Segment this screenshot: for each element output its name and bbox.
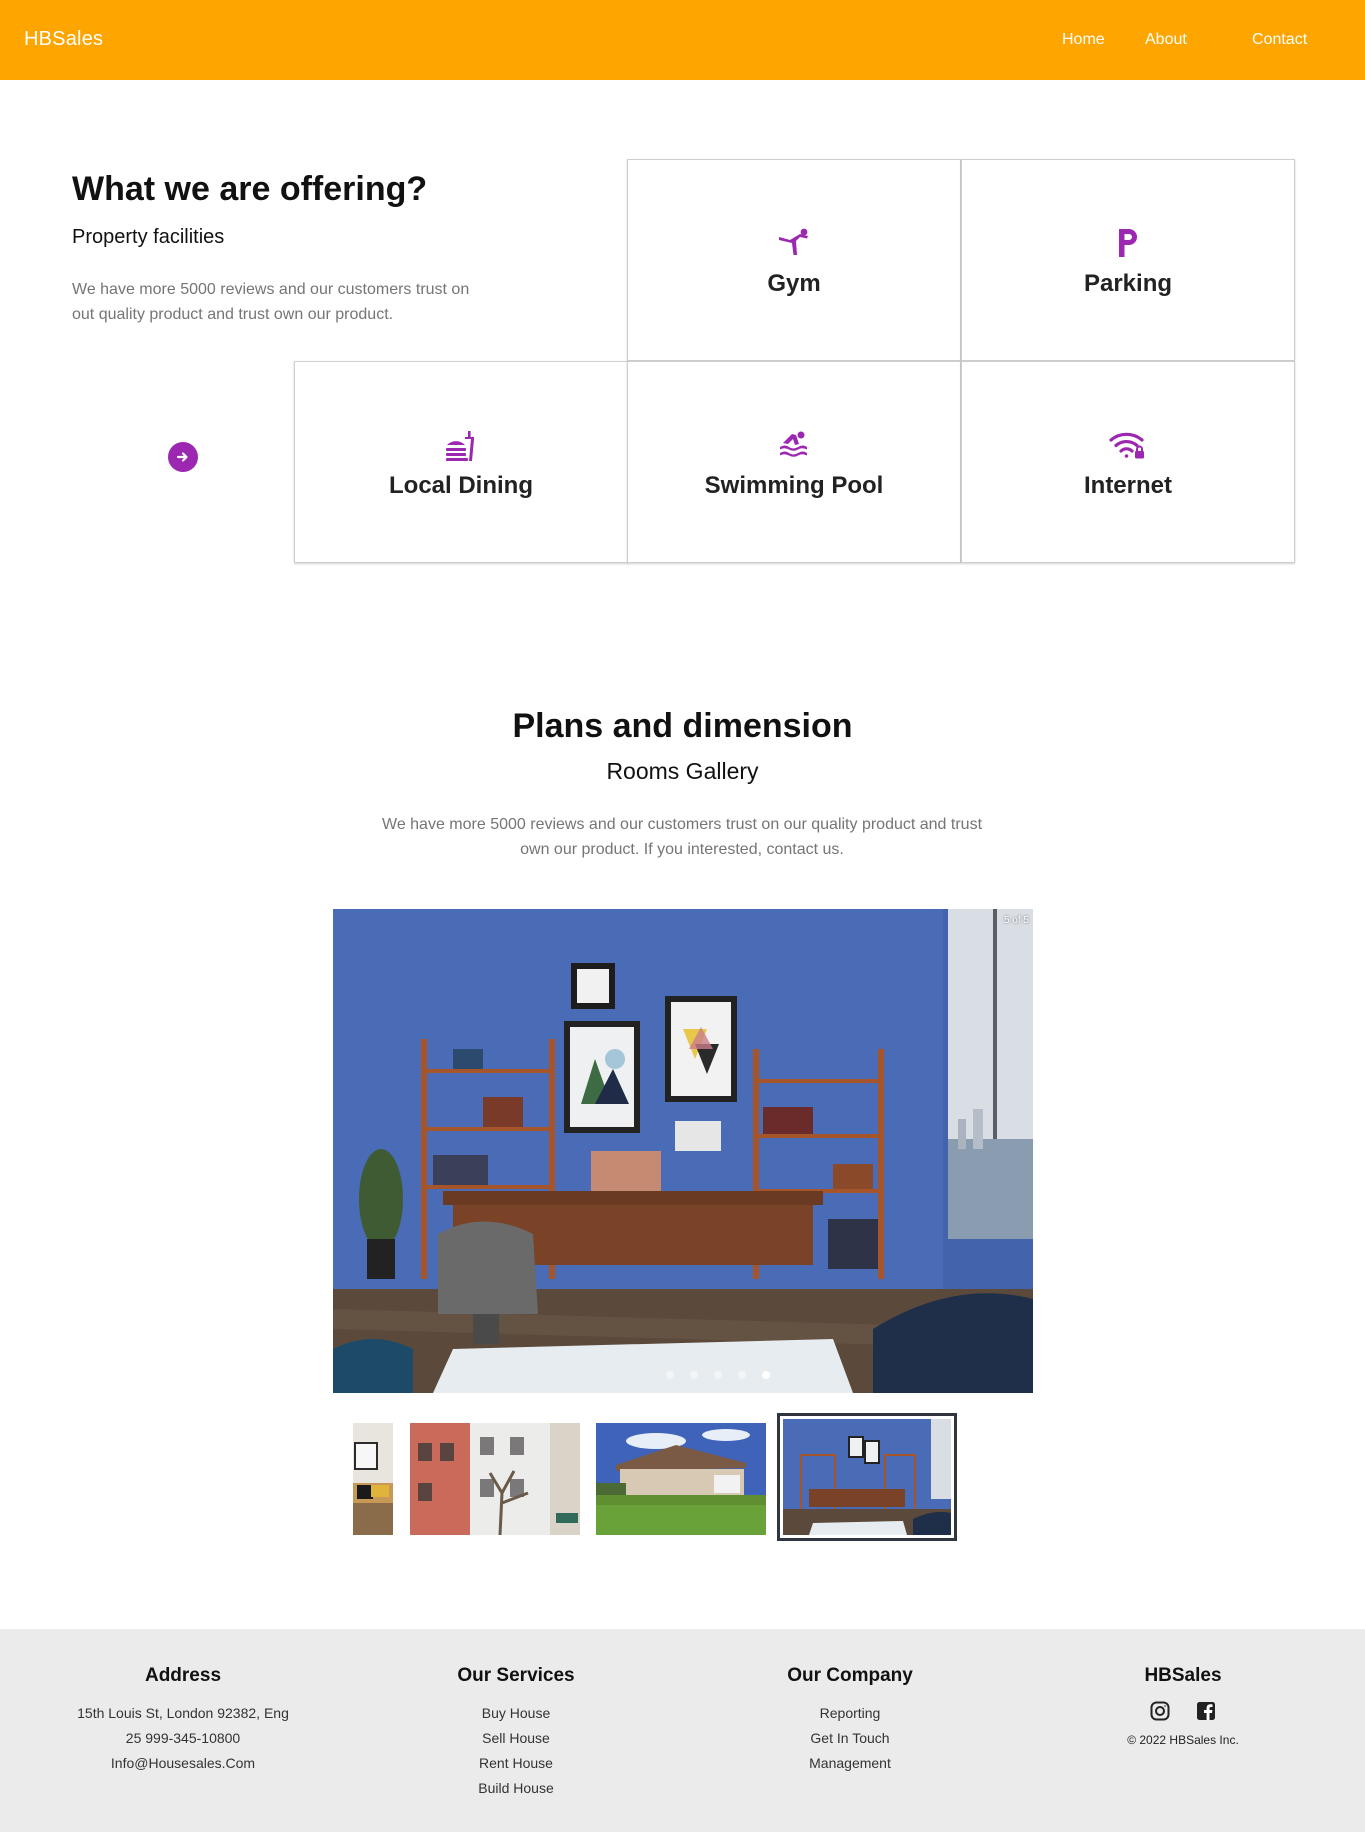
wifi-lock-icon: [962, 430, 1294, 460]
instagram-icon[interactable]: [1150, 1701, 1170, 1721]
footer-company-column: Our Company Reporting Get In Touch Manag…: [700, 1665, 1000, 1776]
footer-services-column: Our Services Buy House Sell House Rent H…: [366, 1665, 666, 1801]
slide-dot-1[interactable]: [666, 1371, 674, 1379]
gallery-thumbnail-4-selected[interactable]: [777, 1413, 957, 1541]
gym-icon: [628, 228, 960, 258]
nav-home-link[interactable]: Home: [1062, 0, 1105, 80]
facility-card-swimming-pool[interactable]: Swimming Pool: [627, 361, 961, 563]
gallery-thumbnail-1[interactable]: [353, 1423, 393, 1535]
pool-icon: [628, 430, 960, 460]
interior-thumbnail: [353, 1423, 393, 1535]
plans-title: Plans and dimension: [512, 707, 853, 745]
footer-address-column: Address 15th Louis St, London 92382, Eng…: [33, 1665, 333, 1776]
facility-label: Internet: [1083, 472, 1172, 499]
slide-dots: [333, 1371, 1033, 1379]
offering-title: What we are offering?: [72, 170, 428, 208]
gallery-thumbnail-3[interactable]: [596, 1423, 766, 1535]
facility-card-parking[interactable]: Parking: [961, 159, 1295, 361]
footer-company-title: Our Company: [787, 1665, 913, 1686]
parking-icon: [962, 228, 1294, 258]
facility-label: Gym: [767, 270, 821, 297]
facility-card-internet[interactable]: Internet: [961, 361, 1295, 563]
house-thumbnail: [596, 1423, 766, 1535]
nav-about-link[interactable]: About: [1145, 0, 1187, 80]
company-link[interactable]: Reporting: [700, 1701, 1000, 1726]
social-links: [1033, 1701, 1333, 1721]
top-navbar: HBSales Home About Contact: [0, 0, 1365, 80]
offering-description: We have more 5000 reviews and our custom…: [72, 281, 470, 323]
footer-address-title: Address: [144, 1665, 222, 1686]
footer-brand-column: HBSales © 2022 HBSales Inc.: [1033, 1665, 1333, 1747]
building-thumbnail: [410, 1423, 580, 1535]
plans-subtitle: Rooms Gallery: [606, 758, 759, 784]
service-link[interactable]: Rent House: [366, 1751, 666, 1776]
dining-icon: [295, 430, 627, 462]
brand-logo[interactable]: HBSales: [24, 28, 103, 51]
service-link[interactable]: Buy House: [366, 1701, 666, 1726]
service-link[interactable]: Sell House: [366, 1726, 666, 1751]
facility-card-local-dining[interactable]: Local Dining: [294, 361, 628, 563]
facility-label: Local Dining: [389, 472, 533, 499]
slide-dot-5[interactable]: [762, 1371, 770, 1379]
plans-description: We have more 5000 reviews and our custom…: [382, 816, 983, 858]
address-phone: 25 999-345-10800: [125, 1730, 241, 1746]
slide-dot-4[interactable]: [738, 1371, 746, 1379]
room-photo: [333, 909, 1033, 1393]
facebook-icon[interactable]: [1196, 1701, 1216, 1721]
address-email: Info@Housesales.Com: [110, 1755, 256, 1771]
footer-brand-title: HBSales: [1144, 1665, 1222, 1686]
next-arrow-button[interactable]: [168, 442, 198, 472]
service-link[interactable]: Build House: [366, 1776, 666, 1801]
facility-label: Swimming Pool: [704, 472, 884, 499]
slide-dot-2[interactable]: [690, 1371, 698, 1379]
address-street: 15th Louis St, London 92382, Eng: [77, 1705, 289, 1721]
facility-label: Parking: [1083, 270, 1173, 297]
copyright-text: © 2022 HBSales Inc.: [1127, 1733, 1239, 1747]
slide-dot-3[interactable]: [714, 1371, 722, 1379]
offering-subtitle: Property facilities: [72, 226, 225, 248]
arrow-right-icon: [176, 452, 188, 462]
footer: Address 15th Louis St, London 92382, Eng…: [0, 1629, 1365, 1832]
gallery-thumbnail-2[interactable]: [410, 1423, 580, 1535]
gallery-main-image[interactable]: 5 of 5: [333, 909, 1033, 1393]
room-thumbnail: [783, 1419, 951, 1535]
facility-card-gym[interactable]: Gym: [627, 159, 961, 361]
company-link[interactable]: Get In Touch: [700, 1726, 1000, 1751]
slide-counter: 5 of 5: [1003, 915, 1029, 926]
nav-contact-link[interactable]: Contact: [1252, 0, 1307, 80]
company-link[interactable]: Management: [700, 1751, 1000, 1776]
footer-services-title: Our Services: [457, 1665, 575, 1686]
